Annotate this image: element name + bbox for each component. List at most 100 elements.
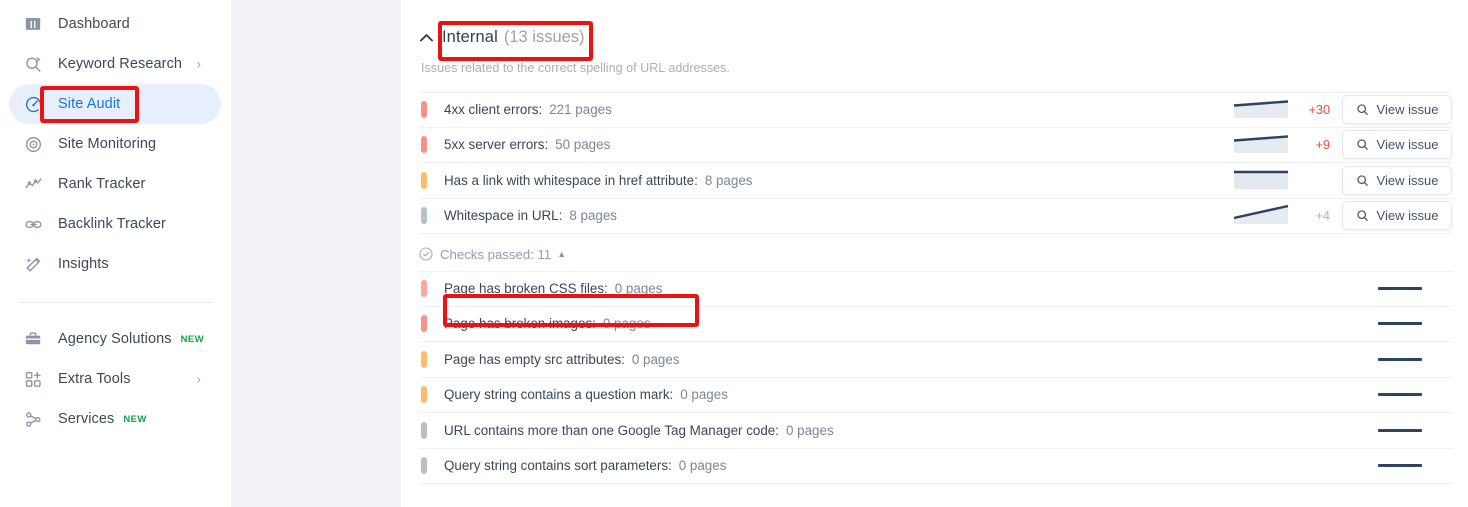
severity-indicator bbox=[421, 136, 427, 154]
section-subtitle: Issues related to the correct spelling o… bbox=[421, 61, 730, 75]
passed-check-row[interactable]: Query string contains a question mark: 0 … bbox=[419, 378, 1452, 413]
secondary-panel-placeholder bbox=[231, 0, 401, 507]
issue-row[interactable]: Whitespace in URL: 8 pages +4 View issue bbox=[419, 199, 1452, 234]
passed-check-value: 0 pages bbox=[631, 351, 680, 367]
section-title: Internal bbox=[442, 28, 498, 46]
flat-sparkline bbox=[1378, 428, 1422, 432]
passed-check-trend bbox=[1378, 378, 1423, 413]
issue-label: 5xx server errors: bbox=[444, 137, 549, 153]
passed-check-trend bbox=[1378, 449, 1423, 484]
flat-sparkline bbox=[1378, 357, 1422, 361]
sidebar-item-rank-tracker[interactable]: Rank Tracker bbox=[9, 164, 221, 204]
sidebar-item-services[interactable]: Services NEW bbox=[9, 399, 221, 439]
sidebar-secondary-nav: Agency Solutions NEW Extra Tools › Services N… bbox=[0, 319, 230, 439]
caret-up-icon[interactable] bbox=[419, 31, 433, 45]
sidebar-item-label: Keyword Research bbox=[58, 56, 183, 72]
sidebar-item-extra-tools[interactable]: Extra Tools › bbox=[9, 359, 221, 399]
chevron-right-icon[interactable]: › bbox=[197, 58, 201, 71]
passed-check-trend bbox=[1378, 307, 1423, 342]
severity-indicator bbox=[421, 315, 427, 333]
new-badge: NEW bbox=[123, 413, 147, 425]
briefcase-icon bbox=[22, 328, 44, 350]
issue-row[interactable]: 5xx server errors: 50 pages +9 View issue bbox=[419, 128, 1452, 163]
sidebar-item-label: Site Monitoring bbox=[58, 136, 157, 152]
sidebar-item-label: Dashboard bbox=[58, 16, 130, 32]
sidebar-divider bbox=[18, 302, 212, 303]
checks-passed-label: Checks passed: 11 bbox=[440, 246, 552, 262]
passed-check-row[interactable]: Query string contains sort parameters: 0 … bbox=[419, 449, 1452, 484]
sidebar-primary-nav: Dashboard Keyword Research › Site Audit Site… bbox=[0, 4, 230, 284]
passed-check-label: Page has broken images: bbox=[444, 316, 596, 332]
passed-check-trend bbox=[1378, 272, 1423, 306]
issue-value: 8 pages bbox=[704, 172, 753, 188]
checks-passed-caret-icon[interactable]: ▲ bbox=[557, 249, 566, 259]
sidebar: Dashboard Keyword Research › Site Audit Site… bbox=[0, 0, 231, 507]
sidebar-item-site-audit[interactable]: Site Audit bbox=[9, 84, 221, 124]
passed-check-value: 0 pages bbox=[602, 316, 651, 332]
passed-check-value: 0 pages bbox=[678, 458, 727, 474]
flat-sparkline bbox=[1378, 393, 1422, 397]
sidebar-item-backlink-tracker[interactable]: Backlink Tracker bbox=[9, 204, 221, 244]
view-issue-label: View issue bbox=[1376, 137, 1439, 153]
passed-check-trend bbox=[1378, 342, 1423, 377]
chevron-right-icon[interactable]: › bbox=[197, 373, 201, 386]
passed-checks-list: Page has broken CSS files: 0 pages Page ha… bbox=[419, 271, 1452, 484]
issue-delta: +4 bbox=[1315, 208, 1330, 223]
sidebar-item-label: Site Audit bbox=[58, 96, 121, 112]
section-header[interactable]: Internal (13 issues) bbox=[419, 0, 1452, 47]
passed-check-row[interactable]: Page has empty src attributes: 0 pages bbox=[419, 342, 1452, 378]
flat-sparkline bbox=[1378, 322, 1422, 326]
passed-check-label: Page has broken CSS files: bbox=[444, 281, 608, 297]
issue-row-actions: +30 View issue bbox=[1233, 93, 1452, 127]
issue-row[interactable]: 4xx client errors: 221 pages +30 View issue bbox=[419, 92, 1452, 128]
app-window: Dashboard Keyword Research › Site Audit Site… bbox=[0, 0, 1468, 507]
view-issue-button[interactable]: View issue bbox=[1342, 165, 1452, 195]
passed-check-row[interactable]: Page has broken images: 0 pages bbox=[419, 307, 1452, 342]
sidebar-item-insights[interactable]: Insights bbox=[9, 244, 221, 284]
view-issue-button[interactable]: View issue bbox=[1342, 201, 1452, 231]
passed-check-value: 0 pages bbox=[614, 281, 663, 297]
passed-check-row[interactable]: URL contains more than one Google Tag Ma… bbox=[419, 413, 1452, 449]
passed-check-label: URL contains more than one Google Tag Ma… bbox=[444, 422, 779, 438]
site-monitoring-icon bbox=[22, 133, 44, 155]
services-icon bbox=[22, 408, 44, 430]
passed-check-label: Page has empty src attributes: bbox=[444, 351, 625, 367]
checks-passed-toggle[interactable]: Checks passed: 11 ▲ bbox=[419, 237, 1452, 271]
search-icon bbox=[1356, 174, 1369, 187]
sidebar-item-site-monitoring[interactable]: Site Monitoring bbox=[9, 124, 221, 164]
flat-sparkline bbox=[1378, 287, 1422, 291]
issue-row-actions: +9 View issue bbox=[1233, 128, 1452, 163]
severity-indicator bbox=[421, 171, 427, 189]
site-audit-icon bbox=[22, 93, 44, 115]
sidebar-item-keyword-research[interactable]: Keyword Research › bbox=[9, 44, 221, 84]
trend-sparkline bbox=[1233, 96, 1289, 123]
sidebar-item-label: Rank Tracker bbox=[58, 176, 146, 192]
view-issue-button[interactable]: View issue bbox=[1342, 95, 1452, 125]
sidebar-item-label: Insights bbox=[58, 256, 109, 272]
grid-plus-icon bbox=[22, 368, 44, 390]
trend-sparkline bbox=[1233, 202, 1289, 229]
issue-label: Has a link with whitespace in href attri… bbox=[444, 172, 698, 188]
severity-indicator bbox=[421, 280, 427, 298]
sidebar-item-agency-solutions[interactable]: Agency Solutions NEW bbox=[9, 319, 221, 359]
sidebar-item-dashboard[interactable]: Dashboard bbox=[9, 4, 221, 44]
sidebar-item-label: Agency Solutions bbox=[58, 331, 172, 347]
issue-row[interactable]: Has a link with whitespace in href attri… bbox=[419, 163, 1452, 199]
passed-check-label: Query string contains a question mark: bbox=[444, 387, 674, 403]
section-issue-count: (13 issues) bbox=[503, 28, 585, 46]
view-issue-label: View issue bbox=[1376, 208, 1439, 224]
check-circle-icon bbox=[419, 247, 433, 261]
backlink-tracker-icon bbox=[22, 213, 44, 235]
severity-indicator bbox=[421, 421, 427, 439]
dashboard-icon bbox=[22, 13, 44, 35]
view-issue-button[interactable]: View issue bbox=[1342, 130, 1452, 160]
insights-icon bbox=[22, 253, 44, 275]
issue-delta: +30 bbox=[1308, 102, 1330, 117]
trend-sparkline bbox=[1234, 167, 1288, 194]
search-icon bbox=[1356, 103, 1369, 116]
passed-check-value: 0 pages bbox=[785, 422, 834, 438]
passed-check-row[interactable]: Page has broken CSS files: 0 pages bbox=[419, 271, 1452, 307]
issues-panel: Internal (13 issues) Issues related to t… bbox=[401, 0, 1468, 507]
severity-indicator bbox=[421, 207, 427, 225]
sidebar-item-label: Extra Tools bbox=[58, 371, 131, 387]
